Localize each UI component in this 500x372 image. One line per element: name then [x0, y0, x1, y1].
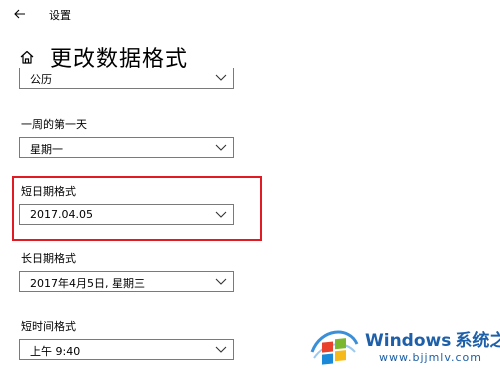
- short-time-label: 短时间格式: [21, 320, 76, 333]
- watermark: Windows系统之家 www.bjjmlv.com: [307, 320, 500, 372]
- long-date-label: 长日期格式: [21, 252, 76, 265]
- chevron-down-icon: [215, 211, 227, 218]
- short-date-label: 短日期格式: [21, 185, 76, 198]
- short-date-value: 2017.04.05: [30, 208, 93, 221]
- chevron-down-icon: [215, 278, 227, 285]
- calendar-dropdown[interactable]: 公历: [19, 68, 234, 89]
- calendar-value: 公历: [30, 73, 52, 86]
- first-day-label: 一周的第一天: [21, 118, 87, 131]
- watermark-brand-cn: 系统之家: [455, 331, 500, 351]
- first-day-dropdown[interactable]: 星期一: [19, 137, 234, 158]
- watermark-title: Windows系统之家: [365, 326, 500, 351]
- first-day-value: 星期一: [30, 143, 63, 156]
- back-button[interactable]: [8, 3, 32, 25]
- watermark-brand: Windows: [365, 331, 452, 351]
- home-icon[interactable]: [18, 48, 36, 66]
- app-title: 设置: [49, 9, 71, 22]
- chevron-down-icon: [215, 346, 227, 353]
- chevron-down-icon: [215, 74, 227, 81]
- short-time-dropdown[interactable]: 上午 9:40: [19, 339, 234, 360]
- windows-logo-icon: [310, 330, 359, 365]
- long-date-dropdown[interactable]: 2017年4月5日, 星期三: [19, 271, 234, 292]
- back-arrow-icon: [14, 9, 25, 19]
- short-date-dropdown[interactable]: 2017.04.05: [19, 204, 234, 225]
- long-date-value: 2017年4月5日, 星期三: [30, 277, 145, 290]
- title-bar: 设置: [0, 0, 500, 30]
- chevron-down-icon: [215, 144, 227, 151]
- watermark-url: www.bjjmlv.com: [379, 351, 482, 364]
- short-time-value: 上午 9:40: [30, 345, 81, 358]
